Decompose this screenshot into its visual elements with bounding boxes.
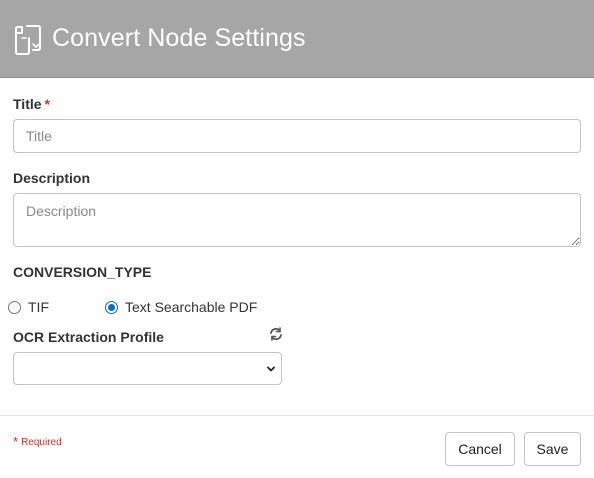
- required-note: * Required: [13, 434, 62, 449]
- radio-text-searchable-pdf[interactable]: [105, 300, 118, 314]
- ocr-profile-label: OCR Extraction Profile: [13, 329, 164, 345]
- radio-tif-label[interactable]: TIF: [28, 299, 49, 315]
- conversion-type-radio-group: TIF Text Searchable PDF: [8, 297, 257, 317]
- radio-tif[interactable]: [8, 300, 21, 314]
- required-note-text: Required: [21, 437, 62, 448]
- title-input[interactable]: [13, 119, 581, 153]
- refresh-icon[interactable]: [269, 327, 283, 341]
- title-label-text: Title: [13, 96, 42, 112]
- conversion-type-label: CONVERSION_TYPE: [13, 264, 152, 280]
- radio-text-searchable-pdf-label[interactable]: Text Searchable PDF: [125, 299, 257, 315]
- save-button[interactable]: Save: [524, 432, 581, 466]
- required-note-asterisk: *: [13, 434, 19, 449]
- cancel-button[interactable]: Cancel: [445, 432, 515, 466]
- ocr-profile-select[interactable]: [13, 352, 282, 385]
- description-textarea[interactable]: [13, 193, 581, 247]
- description-field-label: Description: [13, 170, 91, 186]
- required-asterisk: *: [44, 96, 50, 112]
- dialog-title: Convert Node Settings: [52, 24, 306, 52]
- chevron-down-icon: [267, 366, 275, 372]
- title-field-label: Title *: [13, 96, 50, 112]
- footer-divider: [0, 415, 594, 416]
- dialog-header: Convert Node Settings: [0, 0, 594, 78]
- convert-documents-icon: [15, 25, 41, 55]
